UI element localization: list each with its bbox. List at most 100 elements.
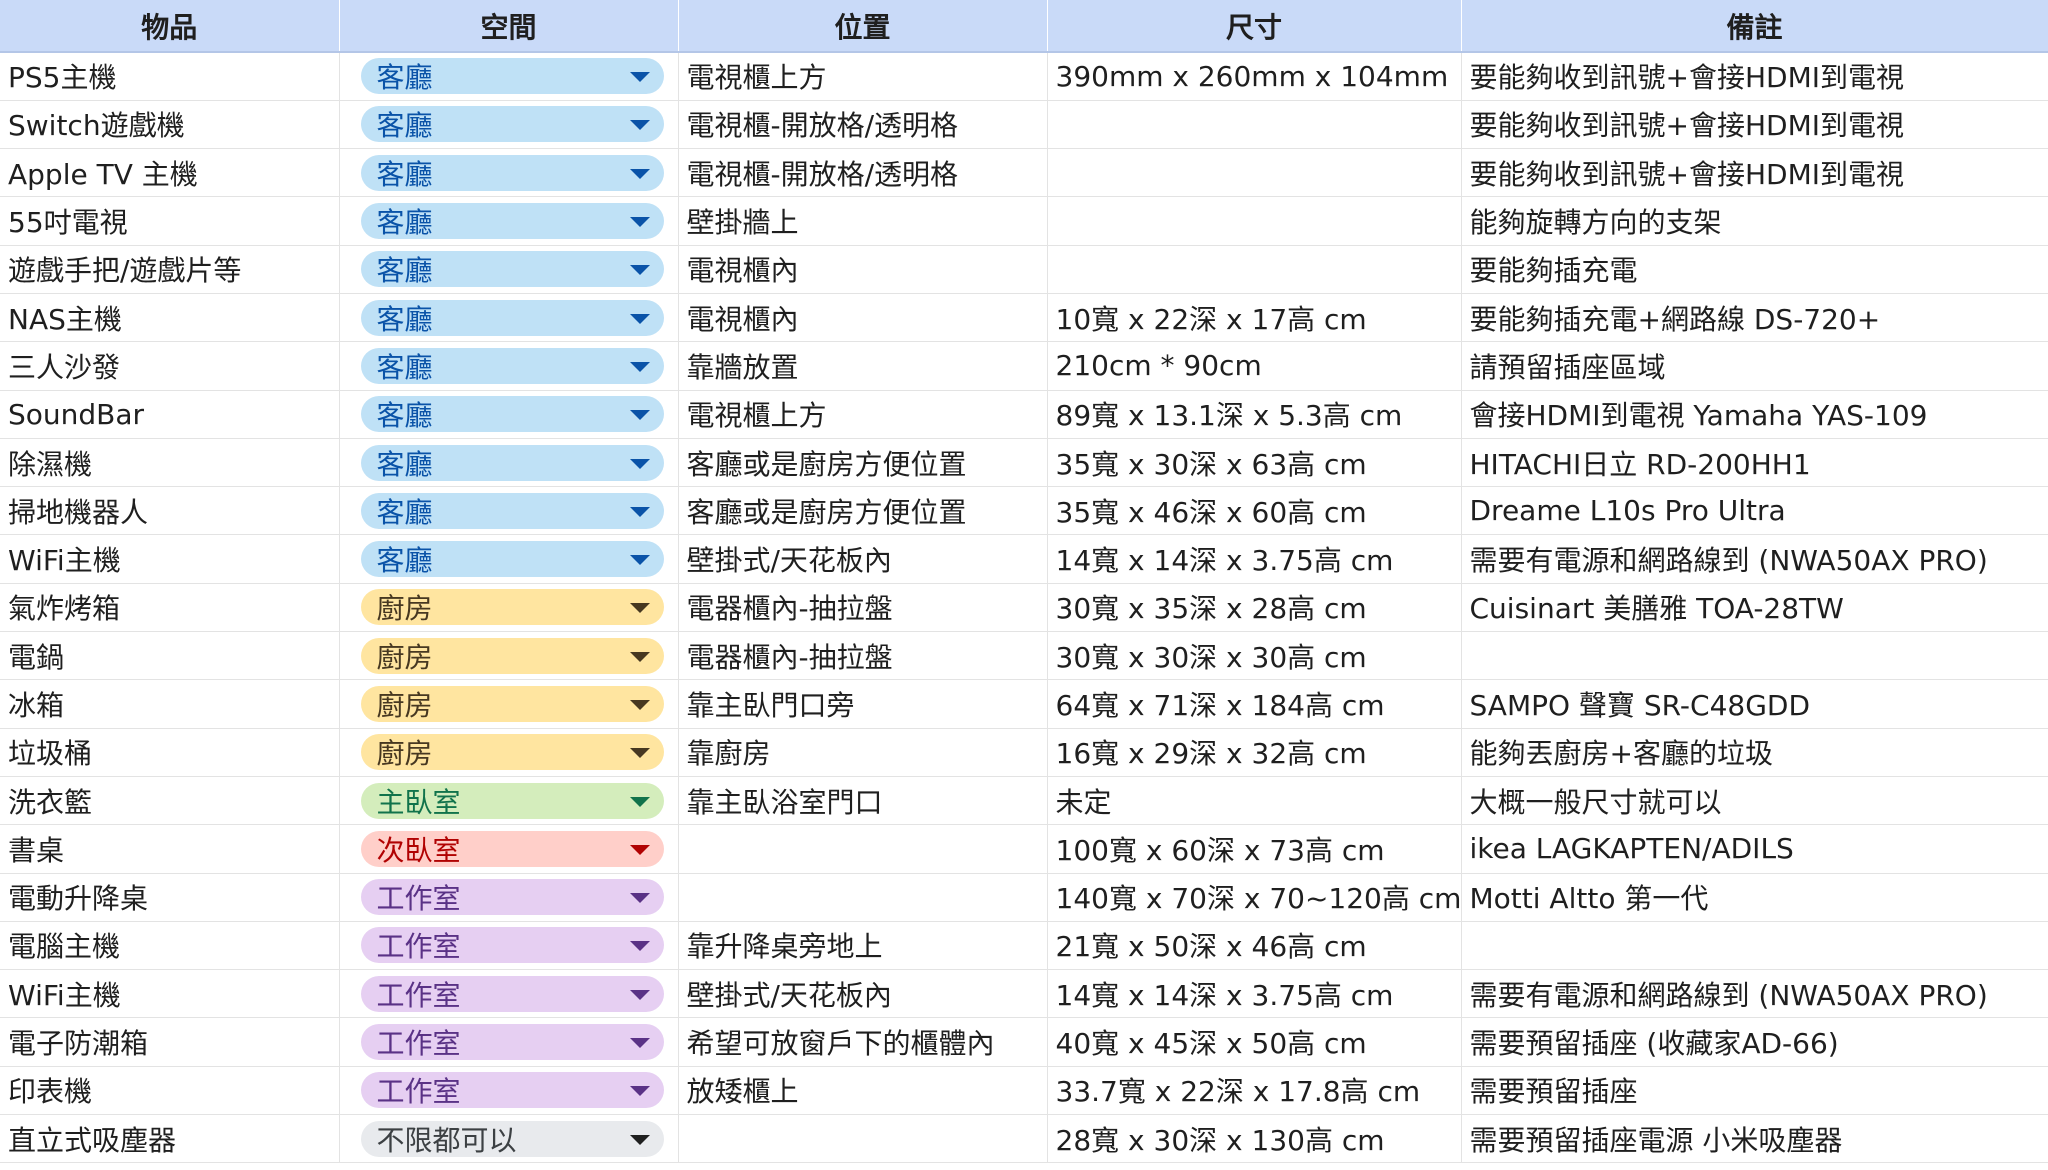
- item-cell[interactable]: 垃圾桶: [0, 728, 340, 777]
- item-cell[interactable]: 遊戲手把/遊戲片等: [0, 245, 340, 294]
- space-dropdown-chip[interactable]: 客廳: [360, 251, 664, 288]
- location-cell[interactable]: 靠升降桌旁地上: [678, 921, 1048, 971]
- size-cell[interactable]: 40寬 x 45深 x 50高 cm: [1047, 1017, 1462, 1067]
- note-cell[interactable]: [1461, 631, 2048, 681]
- item-cell[interactable]: NAS主機: [0, 293, 340, 343]
- note-cell[interactable]: 要能夠收到訊號+會接HDMI到電視: [1461, 148, 2048, 198]
- dropdown-arrow-icon[interactable]: [629, 457, 650, 469]
- dropdown-arrow-icon[interactable]: [629, 746, 650, 759]
- note-cell[interactable]: 能夠旋轉方向的支架: [1461, 196, 2048, 246]
- note-cell[interactable]: HITACHI日立 RD-200HH1: [1461, 438, 2048, 488]
- item-cell[interactable]: 電鍋: [0, 631, 340, 681]
- location-cell[interactable]: 電視櫃內: [678, 245, 1048, 294]
- location-cell[interactable]: 客廳或是廚房方便位置: [678, 486, 1048, 536]
- note-cell[interactable]: 需要有電源和網路線到 (NWA50AX PRO): [1461, 969, 2048, 1019]
- note-cell[interactable]: 請預留插座區域: [1461, 341, 2048, 391]
- header-space[interactable]: 空間: [339, 0, 679, 53]
- item-cell[interactable]: 電腦主機: [0, 921, 340, 971]
- note-cell[interactable]: 要能夠插充電+網路線 DS-720+: [1461, 293, 2048, 343]
- size-cell[interactable]: 30寬 x 35深 x 28高 cm: [1047, 583, 1462, 633]
- space-dropdown-chip[interactable]: 客廳: [360, 106, 664, 143]
- note-cell[interactable]: 需要有電源和網路線到 (NWA50AX PRO): [1461, 534, 2048, 584]
- size-cell[interactable]: 35寬 x 30深 x 63高 cm: [1047, 438, 1462, 488]
- space-dropdown-chip[interactable]: 客廳: [360, 541, 664, 578]
- dropdown-arrow-icon[interactable]: [629, 118, 650, 131]
- item-cell[interactable]: 書桌: [0, 824, 340, 874]
- item-cell[interactable]: 電子防潮箱: [0, 1017, 340, 1067]
- header-item[interactable]: 物品: [0, 0, 340, 53]
- size-cell[interactable]: 30寬 x 30深 x 30高 cm: [1047, 631, 1462, 681]
- dropdown-arrow-icon[interactable]: [629, 167, 650, 179]
- location-cell[interactable]: 壁掛式/天花板內: [678, 969, 1048, 1019]
- space-dropdown-chip[interactable]: 廚房: [360, 734, 664, 771]
- note-cell[interactable]: ikea LAGKAPTEN/ADILS: [1461, 824, 2048, 874]
- location-cell[interactable]: 壁掛式/天花板內: [678, 534, 1048, 584]
- item-cell[interactable]: 氣炸烤箱: [0, 583, 340, 633]
- location-cell[interactable]: [678, 1114, 1048, 1164]
- space-dropdown-chip[interactable]: 工作室: [360, 927, 664, 964]
- header-note[interactable]: 備註: [1461, 0, 2048, 53]
- dropdown-arrow-icon[interactable]: [629, 698, 650, 710]
- note-cell[interactable]: 會接HDMI到電視 Yamaha YAS-109: [1461, 390, 2048, 439]
- location-cell[interactable]: 電視櫃-開放格/透明格: [678, 148, 1048, 198]
- dropdown-arrow-icon[interactable]: [629, 360, 650, 372]
- location-cell[interactable]: 電視櫃上方: [678, 52, 1048, 101]
- note-cell[interactable]: 要能夠收到訊號+會接HDMI到電視: [1461, 100, 2048, 150]
- location-cell[interactable]: 靠主臥門口旁: [678, 679, 1048, 729]
- header-size[interactable]: 尺寸: [1047, 0, 1462, 53]
- item-cell[interactable]: 電動升降桌: [0, 873, 340, 922]
- size-cell[interactable]: 28寬 x 30深 x 130高 cm: [1047, 1114, 1462, 1164]
- space-dropdown-chip[interactable]: 工作室: [360, 975, 664, 1012]
- space-dropdown-chip[interactable]: 工作室: [360, 1024, 664, 1061]
- dropdown-arrow-icon[interactable]: [629, 263, 650, 276]
- size-cell[interactable]: 64寬 x 71深 x 184高 cm: [1047, 679, 1462, 729]
- size-cell[interactable]: 140寬 x 70深 x 70~120高 cm: [1047, 873, 1462, 922]
- header-location[interactable]: 位置: [678, 0, 1048, 53]
- space-dropdown-chip[interactable]: 客廳: [360, 154, 664, 191]
- dropdown-arrow-icon[interactable]: [629, 1084, 650, 1097]
- space-dropdown-chip[interactable]: 工作室: [360, 879, 664, 916]
- dropdown-arrow-icon[interactable]: [629, 891, 650, 904]
- size-cell[interactable]: [1047, 245, 1462, 294]
- note-cell[interactable]: SAMPO 聲寶 SR-C48GDD: [1461, 679, 2048, 729]
- size-cell[interactable]: [1047, 196, 1462, 246]
- dropdown-arrow-icon[interactable]: [629, 1133, 650, 1145]
- location-cell[interactable]: 電視櫃上方: [678, 390, 1048, 439]
- space-dropdown-chip[interactable]: 廚房: [360, 637, 664, 674]
- size-cell[interactable]: 未定: [1047, 776, 1462, 826]
- space-dropdown-chip[interactable]: 客廳: [360, 299, 664, 336]
- space-dropdown-chip[interactable]: 客廳: [360, 444, 664, 481]
- size-cell[interactable]: 89寬 x 13.1深 x 5.3高 cm: [1047, 390, 1462, 439]
- location-cell[interactable]: 電器櫃內-抽拉盤: [678, 583, 1048, 633]
- dropdown-arrow-icon[interactable]: [629, 312, 650, 324]
- note-cell[interactable]: 能夠丟廚房+客廳的垃圾: [1461, 728, 2048, 777]
- item-cell[interactable]: 三人沙發: [0, 341, 340, 391]
- note-cell[interactable]: Cuisinart 美膳雅 TOA-28TW: [1461, 583, 2048, 633]
- dropdown-arrow-icon[interactable]: [629, 843, 650, 855]
- location-cell[interactable]: 靠主臥浴室門口: [678, 776, 1048, 826]
- location-cell[interactable]: 電器櫃內-抽拉盤: [678, 631, 1048, 681]
- space-dropdown-chip[interactable]: 工作室: [360, 1072, 664, 1109]
- location-cell[interactable]: [678, 873, 1048, 922]
- space-dropdown-chip[interactable]: 客廳: [360, 347, 664, 384]
- space-dropdown-chip[interactable]: 客廳: [360, 203, 664, 240]
- dropdown-arrow-icon[interactable]: [629, 650, 650, 662]
- item-cell[interactable]: Apple TV 主機: [0, 148, 340, 198]
- size-cell[interactable]: 21寬 x 50深 x 46高 cm: [1047, 921, 1462, 971]
- item-cell[interactable]: SoundBar: [0, 390, 340, 439]
- size-cell[interactable]: [1047, 100, 1462, 150]
- size-cell[interactable]: 14寬 x 14深 x 3.75高 cm: [1047, 534, 1462, 584]
- dropdown-arrow-icon[interactable]: [629, 1036, 650, 1049]
- note-cell[interactable]: 大概一般尺寸就可以: [1461, 776, 2048, 826]
- dropdown-arrow-icon[interactable]: [629, 553, 650, 566]
- space-dropdown-chip[interactable]: 次臥室: [360, 830, 664, 867]
- dropdown-arrow-icon[interactable]: [629, 988, 650, 1000]
- item-cell[interactable]: WiFi主機: [0, 534, 340, 584]
- dropdown-arrow-icon[interactable]: [629, 939, 650, 952]
- location-cell[interactable]: 靠廚房: [678, 728, 1048, 777]
- size-cell[interactable]: 14寬 x 14深 x 3.75高 cm: [1047, 969, 1462, 1019]
- space-dropdown-chip[interactable]: 主臥室: [360, 782, 664, 819]
- item-cell[interactable]: 除濕機: [0, 438, 340, 488]
- location-cell[interactable]: 放矮櫃上: [678, 1066, 1048, 1116]
- note-cell[interactable]: Motti Altto 第一代: [1461, 873, 2048, 922]
